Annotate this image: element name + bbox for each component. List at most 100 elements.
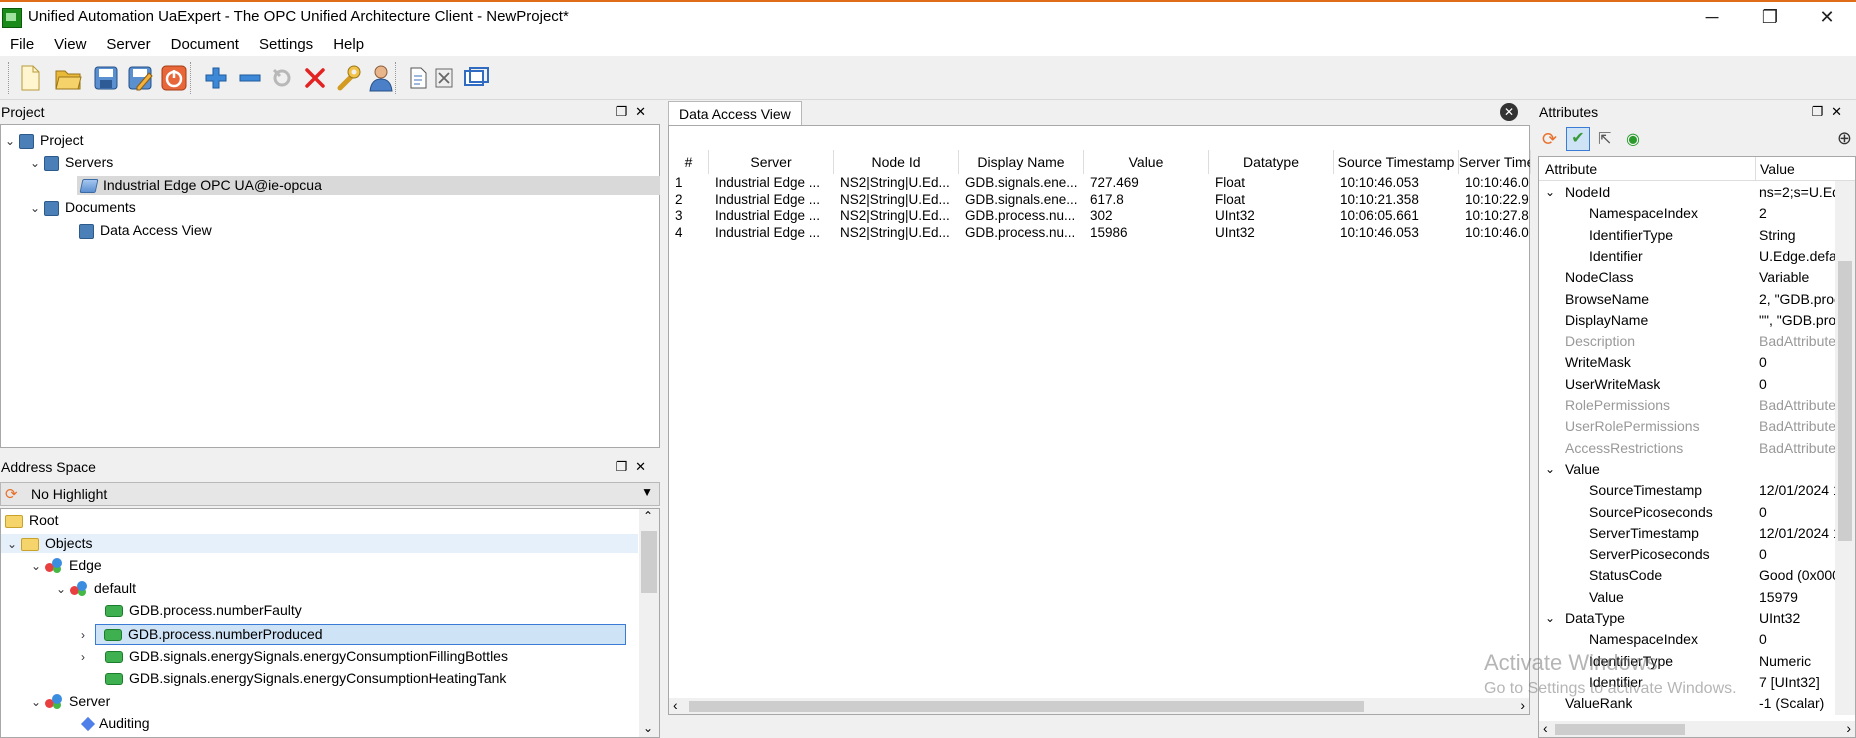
close-button[interactable]: ✕ — [1798, 2, 1856, 32]
menu-document[interactable]: Document — [161, 36, 249, 53]
tree-item-number-faulty[interactable]: GDB.process.numberFaulty — [105, 601, 302, 620]
window-icon[interactable] — [460, 62, 492, 94]
menu-file[interactable]: File — [0, 36, 44, 53]
column-header[interactable]: Datatype — [1209, 150, 1334, 174]
save-icon[interactable] — [90, 62, 122, 94]
scroll-left-icon[interactable]: ‹ — [1543, 720, 1548, 736]
table-row[interactable]: 4 Industrial Edge ... NS2|String|U.Ed... GD… — [669, 226, 1531, 240]
close-tab-icon[interactable]: ✕ — [1500, 103, 1518, 121]
attribute-row[interactable]: StatusCode Good (0x000 — [1539, 566, 1835, 584]
tree-item-servers[interactable]: ⌄ Servers — [30, 153, 113, 172]
attribute-row[interactable]: Value 15979 — [1539, 588, 1798, 606]
horizontal-scrollbar[interactable]: ‹ › — [669, 697, 1529, 714]
refresh-icon[interactable]: ⟳ — [5, 485, 18, 503]
menu-settings[interactable]: Settings — [249, 36, 323, 53]
tree-item-default[interactable]: ⌄ default — [56, 579, 136, 598]
table-row[interactable]: 3 Industrial Edge ... NS2|String|U.Ed... GD… — [669, 209, 1531, 223]
column-header[interactable]: Value — [1084, 150, 1209, 174]
tab-data-access-view[interactable]: Data Access View — [668, 101, 802, 125]
attribute-row[interactable]: WriteMask 0 — [1539, 353, 1795, 371]
table-row[interactable]: 2 Industrial Edge ... NS2|String|U.Ed... GD… — [669, 193, 1531, 207]
attribute-row[interactable]: DisplayName "", "GDB.pro — [1539, 311, 1835, 329]
disconnect-icon[interactable] — [299, 62, 331, 94]
panel-float-close-icons[interactable]: ❐✕ — [1811, 101, 1850, 123]
cursor-select-icon[interactable]: ⇱ — [1598, 129, 1611, 149]
vertical-scrollbar[interactable]: ⌃ ⌄ — [639, 509, 659, 737]
scrollbar-thumb[interactable] — [1555, 724, 1685, 735]
column-header[interactable]: Source Timestamp — [1334, 150, 1459, 174]
table-row[interactable]: 1 Industrial Edge ... NS2|String|U.Ed... GD… — [669, 176, 1531, 190]
panel-float-close-icons[interactable]: ❐✕ — [615, 101, 654, 123]
connect-icon[interactable] — [266, 62, 298, 94]
scrollbar-thumb[interactable] — [1838, 261, 1852, 541]
minimize-button[interactable]: ─ — [1683, 2, 1741, 32]
highlight-selector[interactable]: ⟳ No Highlight ▼ — [0, 482, 660, 506]
exit-icon[interactable] — [158, 62, 190, 94]
attribute-row[interactable]: NodeClass Variable — [1539, 268, 1809, 286]
monitor-icon[interactable]: ◉ — [1626, 129, 1640, 149]
menu-help[interactable]: Help — [323, 36, 374, 53]
attribute-row[interactable]: RolePermissions BadAttribute — [1539, 396, 1835, 414]
tree-item-root[interactable]: Root — [5, 511, 59, 530]
tree-item-number-produced[interactable]: › GDB.process.numberProduced — [81, 624, 626, 645]
attribute-row[interactable]: UserRolePermissions BadAttribute — [1539, 417, 1835, 435]
remove-document-icon[interactable] — [428, 62, 460, 94]
attribute-row[interactable]: SourceTimestamp 12/01/2024 1 — [1539, 481, 1835, 499]
panel-float-close-icons[interactable]: ❐✕ — [615, 456, 654, 478]
attribute-row[interactable]: ⌄ NodeId ns=2;s=U.Edge — [1539, 183, 1835, 201]
tree-item-edge[interactable]: ⌄ Edge — [31, 556, 102, 575]
column-header[interactable]: Display Name — [959, 150, 1084, 174]
tree-item-objects[interactable]: ⌄ Objects — [1, 534, 638, 553]
attribute-row[interactable]: NamespaceIndex 0 — [1539, 630, 1795, 648]
tree-item-data-access-view[interactable]: Data Access View — [79, 221, 212, 240]
column-header[interactable]: Node Id — [834, 150, 959, 174]
open-project-icon[interactable] — [52, 62, 84, 94]
expand-toggle-icon[interactable]: ⌄ — [1545, 460, 1555, 478]
add-server-icon[interactable] — [200, 62, 232, 94]
column-header[interactable]: # — [669, 150, 709, 174]
tree-item-energy-filling[interactable]: › GDB.signals.energySignals.energyConsump… — [81, 647, 508, 666]
user-icon[interactable] — [365, 62, 397, 94]
attribute-row[interactable]: SourcePicoseconds 0 — [1539, 503, 1795, 521]
scroll-left-icon[interactable]: ‹ — [673, 697, 678, 713]
horizontal-scrollbar[interactable]: ‹ › — [1539, 720, 1855, 737]
attribute-row[interactable]: ServerTimestamp 12/01/2024 1 — [1539, 524, 1835, 542]
tree-item-energy-heating[interactable]: GDB.signals.energySignals.energyConsumpt… — [105, 669, 506, 688]
tree-item-auditing[interactable]: Auditing — [79, 714, 150, 733]
tree-item-server[interactable]: ⌄ Server — [31, 692, 110, 711]
menu-view[interactable]: View — [44, 36, 96, 53]
attribute-row[interactable]: AccessRestrictions BadAttribute — [1539, 439, 1835, 457]
scroll-right-icon[interactable]: › — [1846, 720, 1851, 736]
save-as-icon[interactable] — [124, 62, 156, 94]
attribute-row[interactable]: ⌄ DataType UInt32 — [1539, 609, 1800, 627]
settings-wrench-icon[interactable] — [332, 62, 364, 94]
attribute-row[interactable]: BrowseName 2, "GDB.proc — [1539, 290, 1835, 308]
auto-update-check-icon[interactable]: ✔ — [1566, 127, 1590, 151]
column-header[interactable]: Server — [709, 150, 834, 174]
tree-item-project[interactable]: ⌄ Project — [5, 131, 84, 150]
scroll-right-icon[interactable]: › — [1520, 697, 1525, 713]
dropdown-arrow-icon[interactable]: ▼ — [641, 485, 653, 499]
refresh-icon[interactable]: ⟳ — [1542, 129, 1557, 150]
tree-item-documents[interactable]: ⌄ Documents — [30, 198, 136, 217]
remove-server-icon[interactable] — [234, 62, 266, 94]
attribute-row[interactable]: IdentifierType String — [1539, 226, 1796, 244]
attribute-row[interactable]: Identifier U.Edge.default — [1539, 247, 1835, 265]
attribute-row[interactable]: UserWriteMask 0 — [1539, 375, 1795, 393]
add-icon[interactable]: ⊕ — [1837, 128, 1852, 149]
column-header[interactable]: Server Timestamp — [1459, 150, 1531, 174]
menu-server[interactable]: Server — [96, 36, 160, 53]
attribute-row[interactable]: ⌄ Value — [1539, 460, 1795, 478]
attribute-row[interactable]: NamespaceIndex 2 — [1539, 204, 1795, 222]
scroll-down-icon[interactable]: ⌄ — [643, 721, 653, 735]
expand-toggle-icon[interactable]: ⌄ — [1545, 609, 1555, 627]
expand-toggle-icon[interactable]: ⌄ — [1545, 183, 1555, 201]
attribute-row[interactable]: ServerPicoseconds 0 — [1539, 545, 1795, 563]
new-project-icon[interactable] — [14, 62, 46, 94]
tree-item-server-connection[interactable]: Industrial Edge OPC UA@ie-opcua — [77, 176, 660, 195]
scrollbar-thumb[interactable] — [689, 701, 1364, 712]
restore-button[interactable]: ❐ — [1741, 2, 1799, 32]
scroll-up-icon[interactable]: ⌃ — [643, 509, 653, 523]
scrollbar-thumb[interactable] — [641, 531, 657, 593]
attribute-row[interactable]: Description BadAttribute — [1539, 332, 1835, 350]
